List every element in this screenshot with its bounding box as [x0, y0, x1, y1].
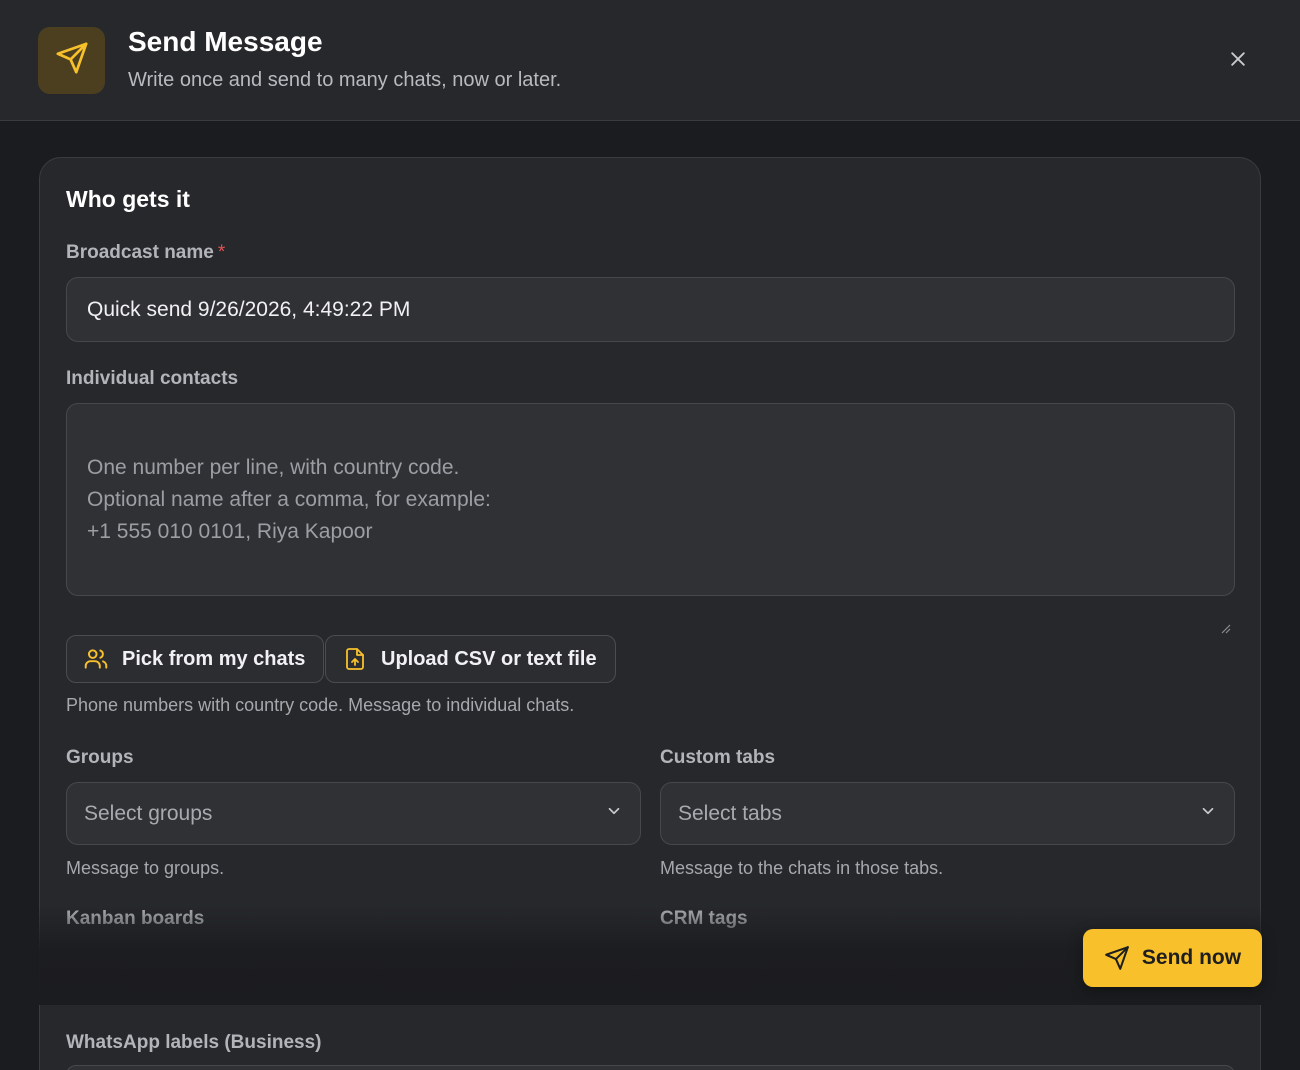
individual-contacts-placeholder: One number per line, with country code. …	[87, 456, 491, 543]
chevron-down-icon	[1199, 802, 1217, 826]
broadcast-name-label: Broadcast name *	[66, 242, 225, 264]
resize-handle-icon[interactable]	[1219, 580, 1231, 634]
custom-tabs-help-text: Message to the chats in those tabs.	[660, 858, 944, 878]
close-icon	[1228, 49, 1248, 74]
individual-contacts-label: Individual contacts	[66, 368, 239, 389]
groups-select-placeholder: Select groups	[84, 801, 213, 825]
send-now-label: Send now	[1141, 946, 1242, 969]
send-icon	[1104, 945, 1130, 971]
send-icon	[55, 41, 89, 80]
broadcast-name-value: Quick send 9/26/2026, 4:49:22 PM	[87, 297, 411, 321]
kanban-boards-label: Kanban boards	[66, 908, 205, 929]
dialog-subtitle: Write once and send to many chats, now o…	[128, 69, 562, 91]
close-button[interactable]	[1222, 45, 1254, 77]
custom-tabs-select-placeholder: Select tabs	[678, 801, 782, 825]
groups-label: Groups	[66, 747, 134, 768]
upload-file-label: Upload CSV or text file	[381, 647, 597, 670]
dialog-header: Send Message Write once and send to many…	[0, 0, 1300, 121]
broadcast-name-label-text: Broadcast name	[66, 242, 214, 263]
contacts-help-text: Phone numbers with country code. Message…	[66, 695, 575, 715]
pick-from-chats-label: Pick from my chats	[122, 647, 306, 670]
custom-tabs-label: Custom tabs	[660, 747, 776, 768]
pick-from-chats-button[interactable]: Pick from my chats	[66, 635, 325, 683]
chevron-down-icon	[605, 802, 623, 826]
custom-tabs-select[interactable]: Select tabs	[660, 782, 1235, 845]
whatsapp-labels-label: WhatsApp labels (Business)	[66, 1032, 322, 1053]
section-title: Who gets it	[66, 186, 190, 212]
header-icon-box	[38, 27, 105, 94]
who-gets-it-card: Who gets it Broadcast name * Quick send 9…	[39, 157, 1261, 1070]
required-mark: *	[217, 242, 226, 263]
users-icon	[83, 646, 109, 672]
groups-help-text: Message to groups.	[66, 858, 225, 878]
card-continuation: WhatsApp labels (Business)	[39, 1005, 1261, 1070]
individual-contacts-textarea[interactable]: One number per line, with country code. …	[66, 403, 1235, 634]
upload-file-button[interactable]: Upload CSV or text file	[325, 635, 616, 683]
file-upload-icon	[342, 646, 368, 672]
crm-tags-label: CRM tags	[660, 908, 748, 929]
broadcast-name-input[interactable]: Quick send 9/26/2026, 4:49:22 PM	[66, 277, 1235, 342]
groups-select[interactable]: Select groups	[66, 782, 641, 845]
send-now-button[interactable]: Send now	[1083, 929, 1262, 987]
whatsapp-labels-select[interactable]	[66, 1065, 1235, 1070]
dialog-title: Send Message	[128, 26, 323, 57]
